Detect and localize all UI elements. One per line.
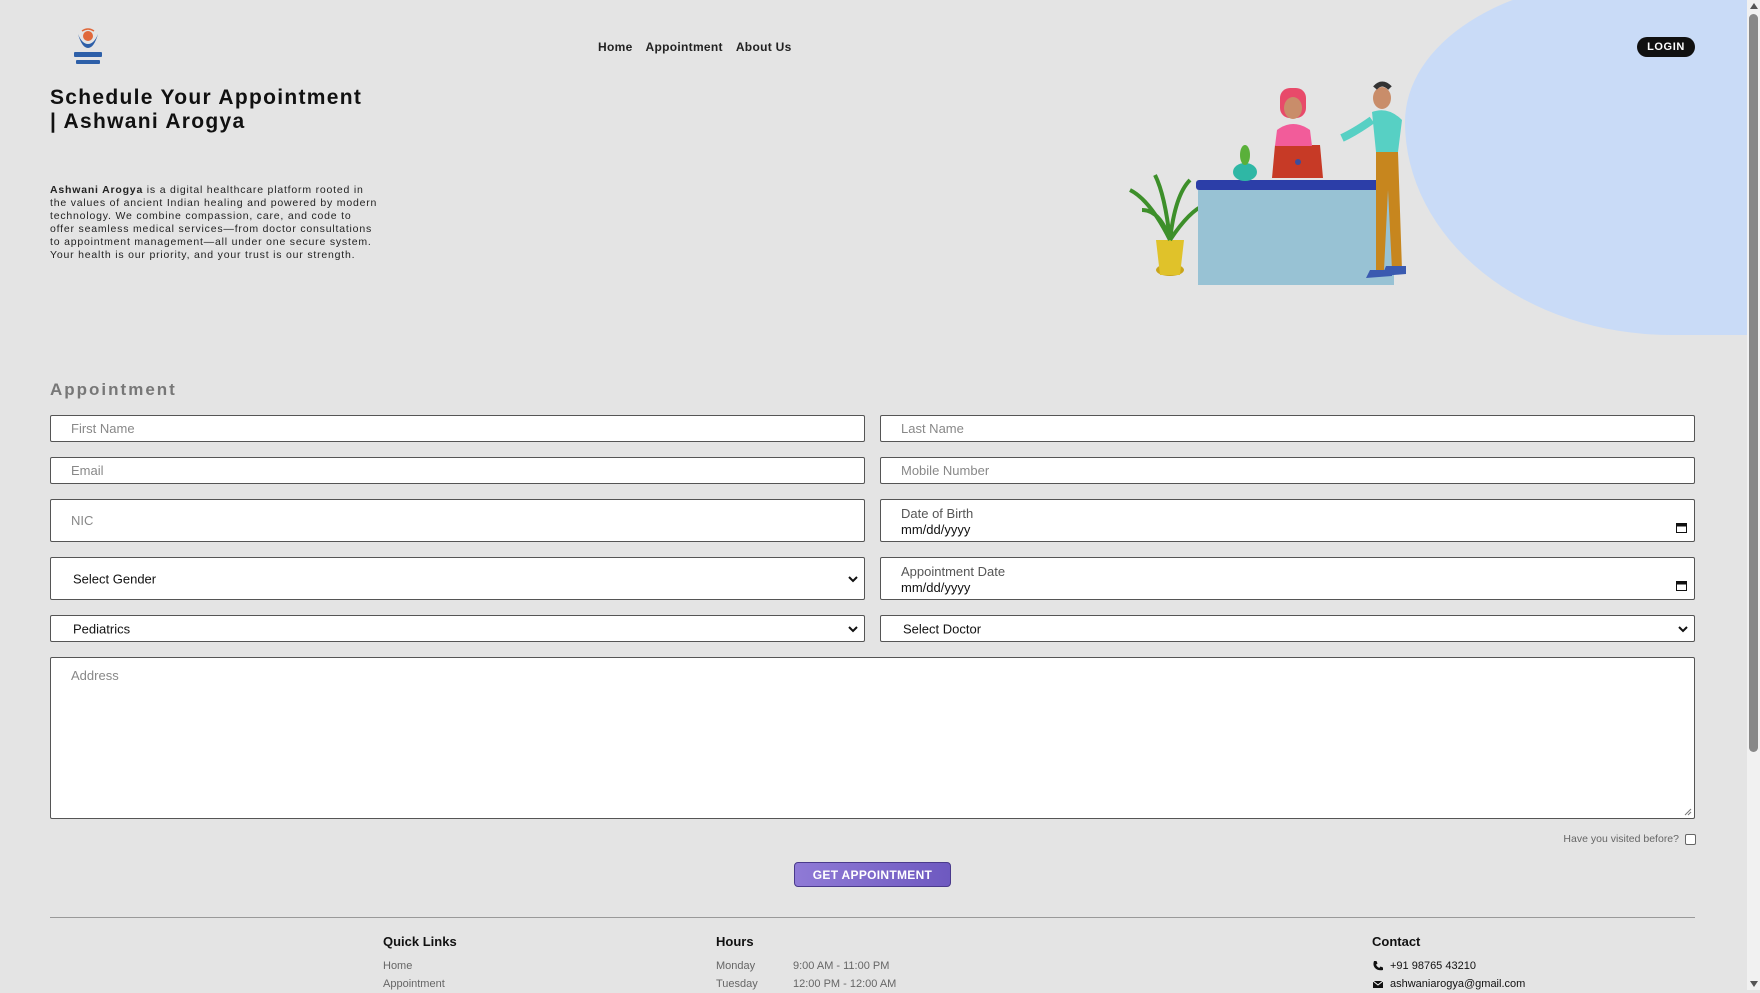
scroll-up-arrow-icon[interactable] xyxy=(1750,3,1758,9)
footer-hours: Hours Monday 9:00 AM - 11:00 PM Tuesday … xyxy=(716,934,896,993)
chevron-down-icon xyxy=(848,625,858,632)
reception-illustration xyxy=(1129,81,1406,285)
mobile-number-input[interactable] xyxy=(880,457,1695,484)
footer-divider xyxy=(50,917,1695,918)
hero-brand-name: Ashwani Arogya xyxy=(50,184,144,196)
footer-quick-links: Quick Links Home Appointment xyxy=(383,934,457,993)
visited-before-checkbox[interactable] xyxy=(1685,833,1696,845)
nav-about-us[interactable]: About Us xyxy=(736,40,792,54)
footer-link-appointment[interactable]: Appointment xyxy=(383,975,457,993)
doctor-select[interactable]: Select Doctor xyxy=(880,615,1695,642)
brand-logo[interactable] xyxy=(68,26,108,70)
nav-home[interactable]: Home xyxy=(598,40,633,54)
calendar-icon[interactable] xyxy=(1676,580,1687,591)
contact-phone-row: +91 98765 43210 xyxy=(1372,957,1525,975)
hours-time: 12:00 PM - 12:00 AM xyxy=(793,978,897,990)
quick-links-title: Quick Links xyxy=(383,934,457,949)
department-select[interactable]: Pediatrics xyxy=(50,615,865,642)
visited-before-label: Have you visited before? xyxy=(1563,833,1679,845)
hours-title: Hours xyxy=(716,934,754,949)
appointment-date-label: Appointment Date xyxy=(901,564,1006,579)
hero-description: Ashwani Arogya is a digital healthcare p… xyxy=(50,184,380,262)
date-of-birth-label: Date of Birth xyxy=(901,506,974,521)
visited-before-row: Have you visited before? xyxy=(1563,833,1696,845)
decorative-blob xyxy=(1405,0,1760,335)
date-of-birth-value: mm/dd/yyyy xyxy=(901,522,971,537)
get-appointment-button[interactable]: GET APPOINTMENT xyxy=(794,862,951,887)
contact-title: Contact xyxy=(1372,934,1421,949)
main-nav: Home Appointment About Us xyxy=(598,40,792,54)
first-name-input[interactable] xyxy=(50,415,865,442)
appointment-date-value: mm/dd/yyyy xyxy=(901,580,971,595)
nic-input[interactable] xyxy=(50,499,865,542)
login-button[interactable]: LOGIN xyxy=(1637,37,1695,57)
page-title: Schedule Your Appointment | Ashwani Arog… xyxy=(50,86,363,133)
chevron-down-icon xyxy=(1678,625,1688,632)
email-input[interactable] xyxy=(50,457,865,484)
department-select-value: Pediatrics xyxy=(73,621,131,636)
contact-email[interactable]: ashwaniarogya@gmail.com xyxy=(1390,975,1525,993)
doctor-select-value: Select Doctor xyxy=(903,621,982,636)
hours-row: Tuesday 12:00 PM - 12:00 AM xyxy=(716,975,896,993)
nav-appointment[interactable]: Appointment xyxy=(646,40,723,54)
address-textarea[interactable] xyxy=(50,657,1695,819)
last-name-input[interactable] xyxy=(880,415,1695,442)
date-of-birth-input[interactable]: Date of Birth mm/dd/yyyy xyxy=(880,499,1695,542)
gender-select[interactable]: Select Gender xyxy=(50,557,865,600)
chevron-down-icon xyxy=(848,575,858,582)
hours-time: 9:00 AM - 11:00 PM xyxy=(793,960,890,972)
appointment-form-title: Appointment xyxy=(50,380,177,399)
calendar-icon[interactable] xyxy=(1676,522,1687,533)
appointment-date-input[interactable]: Appointment Date mm/dd/yyyy xyxy=(880,557,1695,600)
hours-row: Monday 9:00 AM - 11:00 PM xyxy=(716,957,896,975)
gender-select-value: Select Gender xyxy=(73,571,157,586)
footer-link-home[interactable]: Home xyxy=(383,957,457,975)
mail-icon xyxy=(1372,980,1384,988)
contact-email-row: ashwaniarogya@gmail.com xyxy=(1372,975,1525,993)
scrollbar-thumb[interactable] xyxy=(1749,14,1758,752)
footer-contact: Contact +91 98765 43210 ashwaniarogya@gm… xyxy=(1372,934,1525,993)
hours-day: Monday xyxy=(716,960,756,972)
phone-icon xyxy=(1373,961,1383,971)
hours-day: Tuesday xyxy=(716,978,758,990)
scroll-down-arrow-icon[interactable] xyxy=(1750,981,1758,987)
page-scrollbar[interactable] xyxy=(1747,0,1760,990)
resize-grip-icon[interactable] xyxy=(1682,806,1692,816)
contact-phone[interactable]: +91 98765 43210 xyxy=(1390,957,1476,975)
